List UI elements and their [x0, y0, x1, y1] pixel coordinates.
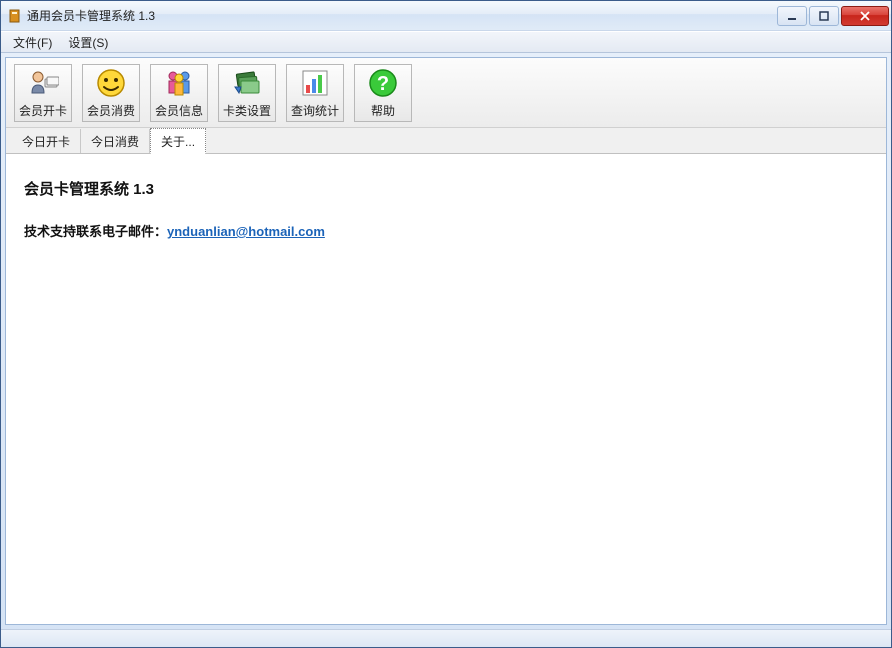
minimize-button[interactable]	[777, 6, 807, 26]
toolbar-label: 会员消费	[87, 102, 135, 119]
maximize-button[interactable]	[809, 6, 839, 26]
statusbar	[1, 629, 891, 647]
client-area: 会员开卡 会员消费	[5, 57, 887, 625]
titlebar[interactable]: 通用会员卡管理系统 1.3	[1, 1, 891, 31]
support-label: 技术支持联系电子邮件：	[24, 224, 167, 239]
close-button[interactable]	[841, 6, 889, 26]
person-cards-icon	[27, 67, 59, 99]
toolbar-query-button[interactable]: 查询统计	[286, 64, 344, 122]
app-window: 通用会员卡管理系统 1.3 文件(F) 设置(S)	[0, 0, 892, 648]
tab-bar: 今日开卡 今日消费 关于...	[6, 128, 886, 154]
about-title: 会员卡管理系统 1.3	[24, 178, 868, 199]
menu-settings[interactable]: 设置(S)	[60, 32, 116, 53]
toolbar-label: 卡类设置	[223, 102, 271, 119]
bar-chart-icon	[299, 67, 331, 99]
window-title: 通用会员卡管理系统 1.3	[27, 7, 775, 24]
about-support-line: 技术支持联系电子邮件：ynduanlian@hotmail.com	[24, 221, 868, 240]
stack-cards-icon	[231, 67, 263, 99]
app-icon	[7, 8, 23, 24]
toolbar-label: 会员信息	[155, 102, 203, 119]
tab-today-open[interactable]: 今日开卡	[12, 129, 81, 153]
toolbar-consume-button[interactable]: 会员消费	[82, 64, 140, 122]
svg-text:?: ?	[377, 73, 389, 95]
toolbar-open-card-button[interactable]: 会员开卡	[14, 64, 72, 122]
tab-today-consume[interactable]: 今日消费	[81, 129, 150, 153]
help-icon: ?	[367, 67, 399, 99]
toolbar: 会员开卡 会员消费	[6, 58, 886, 128]
window-controls	[775, 6, 889, 26]
smiley-icon	[95, 67, 127, 99]
toolbar-help-button[interactable]: ? 帮助	[354, 64, 412, 122]
menubar: 文件(F) 设置(S)	[1, 31, 891, 53]
support-email-link[interactable]: ynduanlian@hotmail.com	[167, 224, 325, 239]
tab-about[interactable]: 关于...	[150, 128, 206, 154]
toolbar-label: 会员开卡	[19, 102, 67, 119]
about-panel: 会员卡管理系统 1.3 技术支持联系电子邮件：ynduanlian@hotmai…	[6, 154, 886, 624]
menu-file[interactable]: 文件(F)	[5, 32, 60, 53]
toolbar-card-type-button[interactable]: 卡类设置	[218, 64, 276, 122]
toolbar-label: 帮助	[371, 102, 395, 119]
toolbar-info-button[interactable]: 会员信息	[150, 64, 208, 122]
toolbar-label: 查询统计	[291, 102, 339, 119]
people-icon	[163, 67, 195, 99]
